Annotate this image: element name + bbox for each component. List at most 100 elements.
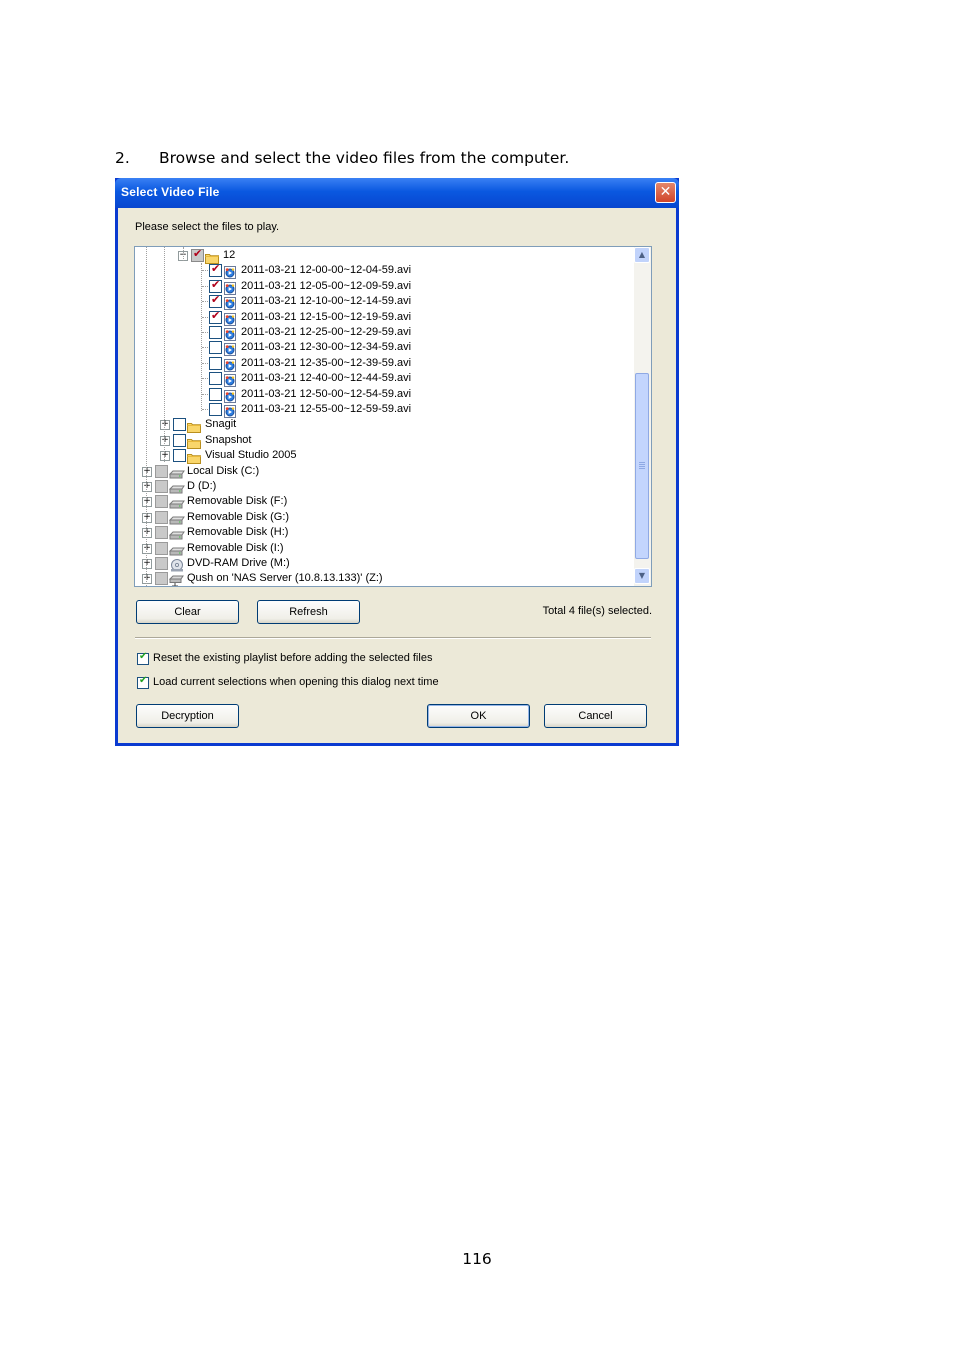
removable-drive-icon (168, 542, 185, 556)
dialog-title-bar[interactable]: Select Video File ✕ (115, 178, 679, 208)
tree-drive-item[interactable]: + Removable Disk (I:) (135, 541, 633, 556)
tree-file-item[interactable]: ✔ 2011-03-21 12-10-00~12-14-59.avi (135, 293, 633, 311)
refresh-button[interactable]: Refresh (257, 600, 360, 624)
expand-toggle[interactable]: + (142, 574, 152, 585)
tree-file-item[interactable]: 2011-03-21 12-55-00~12-59-59.avi (135, 402, 633, 418)
video-file-icon (223, 357, 237, 372)
tree-checkbox[interactable] (209, 372, 222, 386)
tree-checkbox[interactable] (209, 356, 222, 370)
tree-file-item[interactable]: 2011-03-21 12-50-00~12-54-59.avi (135, 387, 633, 403)
tree-checkbox[interactable] (209, 326, 222, 339)
tree-checkbox[interactable] (155, 526, 168, 540)
reset-playlist-checkbox[interactable]: ✔ (137, 651, 149, 665)
tree-checkbox[interactable] (155, 510, 168, 524)
expand-toggle[interactable]: + (142, 466, 152, 477)
video-file-icon (223, 326, 237, 341)
expand-toggle[interactable]: + (142, 497, 152, 508)
tree-checkbox[interactable] (209, 341, 222, 355)
video-file-icon (223, 388, 237, 403)
tree-file-item[interactable]: ✔ 2011-03-21 12-05-00~12-09-59.avi (135, 277, 633, 295)
tree-item-label: 2011-03-21 12-00-00~12-04-59.avi (241, 264, 412, 277)
tree-guide-line (164, 247, 165, 462)
tree-guide-line (183, 247, 184, 261)
tree-drive-item[interactable]: + Qush on 'NAS Server (10.8.13.133)' (Z:) (135, 571, 633, 586)
tree-drive-item[interactable]: + Local Disk (C:) (135, 464, 633, 479)
tree-drive-item[interactable]: + DVD-RAM Drive (M:) (135, 556, 633, 572)
check-icon: ✔ (211, 308, 221, 322)
tree-file-item[interactable]: ✔ 2011-03-21 12-15-00~12-19-59.avi (135, 308, 633, 326)
cancel-button[interactable]: Cancel (544, 704, 647, 728)
tree-item-label: Removable Disk (F:) (187, 495, 288, 508)
expand-toggle[interactable]: + (142, 543, 152, 554)
tree-checkbox[interactable] (155, 572, 168, 586)
tree-file-item[interactable]: 2011-03-21 12-40-00~12-44-59.avi (135, 371, 633, 388)
tree-item-label: D (D:) (187, 480, 217, 492)
tree-checkbox[interactable] (173, 433, 186, 447)
tree-item-label: Removable Disk (I:) (187, 541, 284, 554)
expand-toggle[interactable]: + (142, 528, 152, 539)
file-tree[interactable]: − ✔ 12 ✔ 2011-03-21 12-00-00~12-04-59.avi ✔ 20… (134, 246, 652, 587)
tree-folder-item[interactable]: + Snagit (135, 417, 633, 434)
tree-checkbox[interactable]: ✔ (209, 262, 222, 278)
expand-toggle[interactable]: + (142, 512, 152, 523)
tree-checkbox[interactable]: ✔ (191, 247, 204, 262)
load-selections-checkbox[interactable]: ✔ (137, 675, 149, 689)
tree-item-label: 2011-03-21 12-55-00~12-59-59.avi (241, 403, 412, 415)
prompt-text: Please select the files to play. (135, 221, 280, 233)
step-instruction: 2. Browse and select the video files from… (115, 149, 569, 167)
scroll-up-icon: ▲ (638, 250, 646, 259)
expand-toggle[interactable]: + (142, 559, 152, 569)
expand-toggle[interactable]: + (142, 482, 152, 492)
ok-button[interactable]: OK (427, 704, 530, 728)
tree-checkbox[interactable] (155, 557, 168, 570)
tree-checkbox[interactable]: ✔ (209, 308, 222, 324)
tree-checkbox[interactable]: ✔ (209, 293, 222, 309)
tree-checkbox[interactable] (173, 418, 186, 432)
tree-file-item[interactable]: 2011-03-21 12-25-00~12-29-59.avi (135, 325, 633, 341)
scroll-up-button[interactable]: ▲ (634, 247, 650, 263)
tree-drive-item[interactable]: + D (D:) (135, 479, 633, 494)
tree-checkbox[interactable] (209, 403, 222, 416)
scroll-down-button[interactable]: ▼ (634, 568, 650, 584)
tree-item-label: 2011-03-21 12-30-00~12-34-59.avi (241, 341, 412, 354)
video-file-icon (223, 341, 237, 357)
tree-checkbox[interactable] (155, 464, 168, 478)
check-icon: ✔ (139, 675, 148, 686)
check-icon: ✔ (211, 277, 221, 291)
expand-toggle[interactable]: + (160, 420, 170, 431)
tree-file-item[interactable]: 2011-03-21 12-35-00~12-39-59.avi (135, 356, 633, 372)
network-drive-icon (168, 572, 184, 586)
page-number: 116 (462, 1250, 492, 1268)
tree-drive-item[interactable]: + Removable Disk (H:) (135, 525, 633, 540)
tree-file-item[interactable]: ✔ 2011-03-21 12-00-00~12-04-59.avi (135, 262, 633, 280)
close-button[interactable]: ✕ (655, 182, 676, 203)
tree-file-item[interactable]: 2011-03-21 12-30-00~12-34-59.avi (135, 340, 633, 357)
tree-item-label: 2011-03-21 12-15-00~12-19-59.avi (241, 310, 412, 323)
decryption-button[interactable]: Decryption (136, 704, 239, 728)
clear-button[interactable]: Clear (136, 600, 239, 624)
video-file-icon (223, 372, 237, 388)
hard-drive-icon (168, 480, 185, 494)
tree-checkbox[interactable] (209, 387, 222, 401)
folder-icon (187, 434, 201, 449)
tree-folder-12[interactable]: − ✔ 12 (135, 247, 633, 264)
tree-checkbox[interactable] (155, 480, 168, 493)
tree-folder-item[interactable]: + Snapshot (135, 433, 633, 449)
check-icon: ✔ (139, 651, 148, 662)
tree-checkbox[interactable] (155, 495, 168, 509)
expand-toggle[interactable]: + (160, 435, 170, 446)
tree-checkbox[interactable]: ✔ (209, 277, 222, 293)
tree-checkbox[interactable] (155, 541, 168, 555)
dvd-drive-icon (169, 557, 183, 572)
tree-item-label: 2011-03-21 12-25-00~12-29-59.avi (241, 326, 412, 338)
tree-checkbox[interactable] (173, 449, 186, 463)
folder-icon (205, 249, 219, 264)
tree-drive-item[interactable]: + Removable Disk (G:) (135, 510, 633, 525)
tree-item-label: 12 (223, 249, 236, 261)
tree-folder-item[interactable]: + Visual Studio 2005 (135, 448, 633, 465)
tree-drive-item[interactable]: + Removable Disk (F:) (135, 494, 633, 509)
expand-toggle[interactable]: + (160, 451, 170, 462)
close-icon: ✕ (659, 184, 672, 200)
scroll-thumb[interactable] (635, 373, 649, 559)
tree-scrollbar[interactable]: ▲ ▼ (634, 247, 651, 586)
